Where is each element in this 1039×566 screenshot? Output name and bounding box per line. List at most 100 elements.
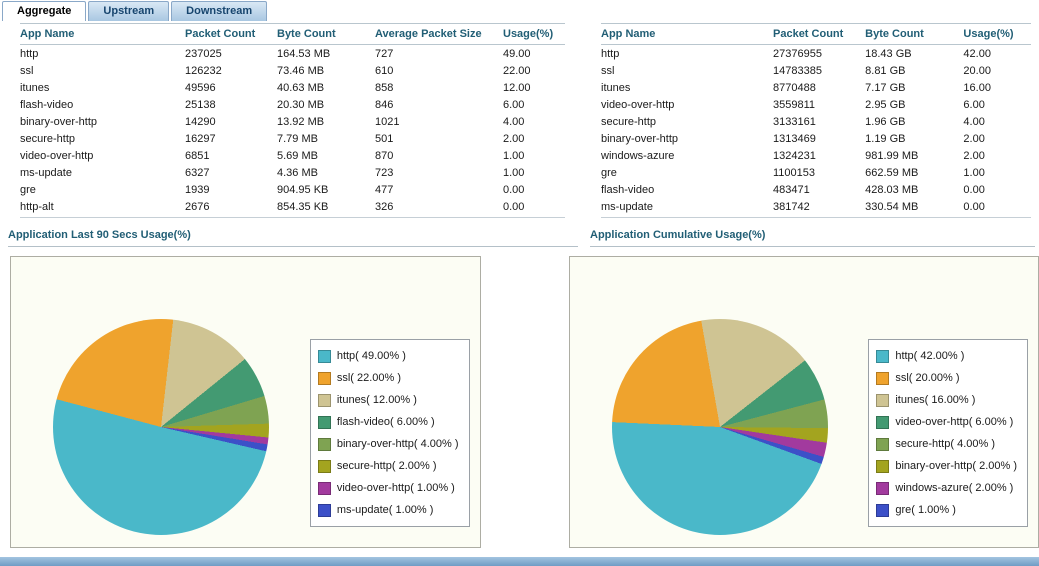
bottom-bar [0, 557, 1039, 566]
table-cell: ms-update [601, 198, 773, 218]
table-cell: gre [20, 181, 185, 198]
table-cell: 6327 [185, 164, 277, 181]
tab-downstream[interactable]: Downstream [171, 1, 267, 21]
table-cell: 12.00 [503, 79, 565, 96]
table-row: video-over-http68515.69 MB8701.00 [20, 147, 565, 164]
legend-label: ssl( 20.00% ) [895, 372, 959, 384]
column-header: Byte Count [277, 24, 375, 45]
table-cell: 2676 [185, 198, 277, 218]
table-cell: 858 [375, 79, 503, 96]
table-cell: 4.36 MB [277, 164, 375, 181]
column-header: App Name [20, 24, 185, 45]
table-cell: 16.00 [963, 79, 1031, 96]
table-cell: 0.00 [503, 198, 565, 218]
header-row: App NamePacket CountByte CountAverage Pa… [20, 24, 565, 45]
table-cell: 1.00 [503, 164, 565, 181]
legend-label: video-over-http( 6.00% ) [895, 416, 1013, 428]
table-cell: 13.92 MB [277, 113, 375, 130]
table-cell: secure-http [601, 113, 773, 130]
table-cell: 18.43 GB [865, 45, 963, 63]
table-row: video-over-http35598112.95 GB6.00 [601, 96, 1031, 113]
table-cell: binary-over-http [601, 130, 773, 147]
table-cell: 7.79 MB [277, 130, 375, 147]
table-cell: ms-update [20, 164, 185, 181]
table-cell: 1324231 [773, 147, 865, 164]
table-row: binary-over-http13134691.19 GB2.00 [601, 130, 1031, 147]
legend-swatch [876, 504, 889, 517]
table-cell: 237025 [185, 45, 277, 63]
legend-label: ms-update( 1.00% ) [337, 504, 434, 516]
table-cell: 723 [375, 164, 503, 181]
tab-upstream[interactable]: Upstream [88, 1, 169, 21]
table-cell: 1.19 GB [865, 130, 963, 147]
table-cell: 2.00 [963, 147, 1031, 164]
table-row: gre1939904.95 KB4770.00 [20, 181, 565, 198]
legend-item: itunes( 16.00% ) [876, 389, 1017, 411]
table-cell: 0.00 [963, 198, 1031, 218]
legend-item: ssl( 22.00% ) [318, 367, 459, 389]
table-cell: 904.95 KB [277, 181, 375, 198]
table-cell: 610 [375, 62, 503, 79]
pie-chart-cumulative [612, 319, 828, 535]
table-cell: 8770488 [773, 79, 865, 96]
table-cell: 14290 [185, 113, 277, 130]
table-cell: 330.54 MB [865, 198, 963, 218]
table-cell: 846 [375, 96, 503, 113]
table-cell: 3559811 [773, 96, 865, 113]
section-titles: Application Last 90 Secs Usage(%) Applic… [0, 227, 1039, 247]
table-cell: ssl [601, 62, 773, 79]
table-cell: 49.00 [503, 45, 565, 63]
table-row: http2737695518.43 GB42.00 [601, 45, 1031, 63]
table-cell: 2.00 [503, 130, 565, 147]
table-row: ssl147833858.81 GB20.00 [601, 62, 1031, 79]
legend-swatch [318, 504, 331, 517]
table-row: secure-http31331611.96 GB4.00 [601, 113, 1031, 130]
column-header: Usage(%) [963, 24, 1031, 45]
table-row: flash-video483471428.03 MB0.00 [601, 181, 1031, 198]
legend-swatch [876, 438, 889, 451]
legend-item: video-over-http( 6.00% ) [876, 411, 1017, 433]
legend-swatch [318, 438, 331, 451]
legend-item: windows-azure( 2.00% ) [876, 477, 1017, 499]
table-cell: 854.35 KB [277, 198, 375, 218]
table-cell: secure-http [20, 130, 185, 147]
table-cell: 0.00 [963, 181, 1031, 198]
table-row: http-alt2676854.35 KB3260.00 [20, 198, 565, 218]
table-cell: 501 [375, 130, 503, 147]
table-cell: http [20, 45, 185, 63]
table-cell: 8.81 GB [865, 62, 963, 79]
table-cell: 477 [375, 181, 503, 198]
table-cell: flash-video [20, 96, 185, 113]
table-cell: ssl [20, 62, 185, 79]
table-cell: 662.59 MB [865, 164, 963, 181]
table-cell: 4.00 [963, 113, 1031, 130]
table-cell: 3133161 [773, 113, 865, 130]
legend-swatch [876, 460, 889, 473]
table-cell: 1.00 [963, 164, 1031, 181]
table-cell: windows-azure [601, 147, 773, 164]
table-cell: 727 [375, 45, 503, 63]
table-cell: 483471 [773, 181, 865, 198]
table-cell: video-over-http [20, 147, 185, 164]
table-row: flash-video2513820.30 MB8466.00 [20, 96, 565, 113]
table-cell: video-over-http [601, 96, 773, 113]
pie-chart-last-90-secs [53, 319, 269, 535]
table-cell: flash-video [601, 181, 773, 198]
legend-item: ms-update( 1.00% ) [318, 499, 459, 521]
legend-label: binary-over-http( 2.00% ) [895, 460, 1017, 472]
legend-swatch [876, 372, 889, 385]
table-cell: 428.03 MB [865, 181, 963, 198]
table-cell: 326 [375, 198, 503, 218]
column-header: Usage(%) [503, 24, 565, 45]
app-table-cumulative: App NamePacket CountByte CountUsage(%)ht… [601, 23, 1031, 218]
header-row: App NamePacket CountByte CountUsage(%) [601, 24, 1031, 45]
legend-item: http( 49.00% ) [318, 345, 459, 367]
table-cell: 6851 [185, 147, 277, 164]
chart-panel-cumulative: http( 42.00% )ssl( 20.00% )itunes( 16.00… [569, 256, 1039, 548]
legend-box-cumulative: http( 42.00% )ssl( 20.00% )itunes( 16.00… [868, 339, 1028, 527]
table-cell: 14783385 [773, 62, 865, 79]
table-row: gre1100153662.59 MB1.00 [601, 164, 1031, 181]
table-cell: 126232 [185, 62, 277, 79]
table-cell: itunes [20, 79, 185, 96]
tab-aggregate[interactable]: Aggregate [2, 1, 86, 21]
